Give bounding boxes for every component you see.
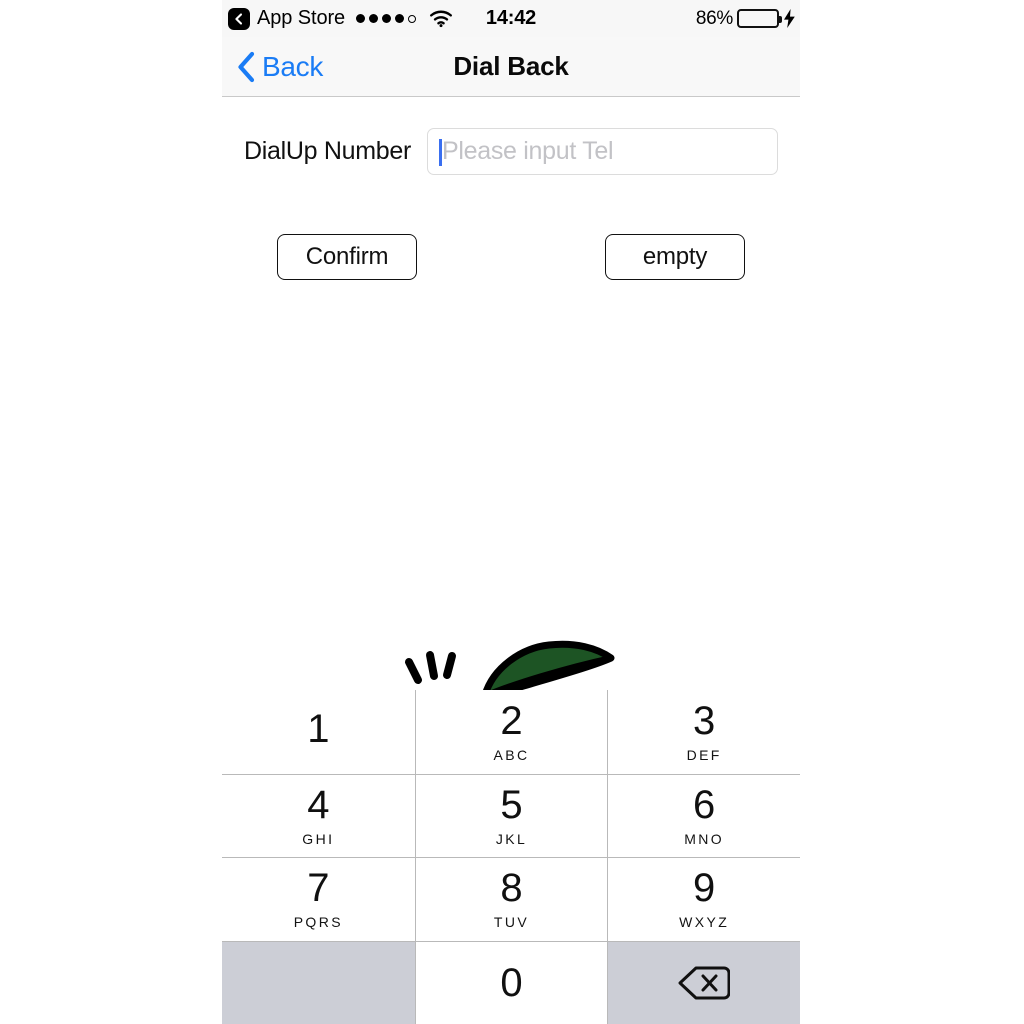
key-backspace[interactable] (607, 940, 800, 1024)
action-button-row: Confirm empty (222, 234, 800, 280)
key-digit: 7 (307, 866, 330, 911)
sparkle-lines-icon (405, 651, 456, 684)
key-letters: WXYZ (679, 914, 730, 931)
confirm-button[interactable]: Confirm (277, 234, 417, 280)
backspace-icon (678, 964, 731, 1002)
key-digit: 5 (500, 782, 523, 827)
key-5[interactable]: 5 JKL (414, 773, 608, 857)
phone-viewport: App Store 14:42 86% Back Dial Back DialU… (222, 0, 800, 1024)
key-letters: MNO (684, 830, 725, 847)
key-letters: JKL (495, 830, 528, 847)
key-digit: 1 (307, 706, 330, 751)
key-1[interactable]: 1 (222, 690, 415, 774)
battery-percent-label: 86% (695, 7, 733, 29)
leaf-icon (481, 640, 615, 699)
dialup-number-label: DialUp Number (244, 137, 411, 165)
key-9[interactable]: 9 WXYZ (607, 857, 800, 941)
key-6[interactable]: 6 MNO (607, 773, 800, 857)
key-2[interactable]: 2 ABC (414, 690, 608, 774)
page-title: Dial Back (453, 51, 569, 81)
status-bar-right: 86% (696, 8, 796, 30)
text-caret (439, 139, 442, 166)
key-letters: PQRS (293, 914, 343, 931)
numeric-keypad: 1 2 ABC 3 DEF 4 GHI 5 JKL 6 MNO 7 PQRS 8 (222, 690, 800, 1024)
key-digit: 2 (500, 698, 523, 743)
key-7[interactable]: 7 PQRS (222, 857, 415, 941)
key-letters: DEF (686, 746, 722, 763)
empty-button[interactable]: empty (605, 234, 745, 280)
key-digit: 4 (307, 782, 330, 827)
key-digit: 0 (500, 960, 523, 1005)
status-bar: App Store 14:42 86% (222, 0, 800, 37)
key-4[interactable]: 4 GHI (222, 773, 415, 857)
dialup-number-row: DialUp Number Please input Tel (222, 128, 800, 175)
navigation-bar: Back Dial Back (222, 37, 800, 97)
key-digit: 9 (693, 866, 716, 911)
battery-icon (737, 9, 782, 28)
key-digit: 6 (693, 782, 716, 827)
key-8[interactable]: 8 TUV (414, 857, 608, 941)
key-letters: GHI (302, 830, 335, 847)
tel-input[interactable]: Please input Tel (427, 128, 778, 175)
key-3[interactable]: 3 DEF (607, 690, 800, 774)
key-letters: ABC (493, 746, 530, 763)
key-blank (222, 940, 415, 1024)
tel-input-placeholder: Please input Tel (442, 137, 614, 165)
key-0[interactable]: 0 (414, 940, 608, 1024)
key-letters: TUV (493, 914, 530, 931)
key-digit: 8 (500, 866, 523, 911)
key-digit: 3 (693, 698, 716, 743)
lightning-bolt-icon (783, 9, 796, 28)
